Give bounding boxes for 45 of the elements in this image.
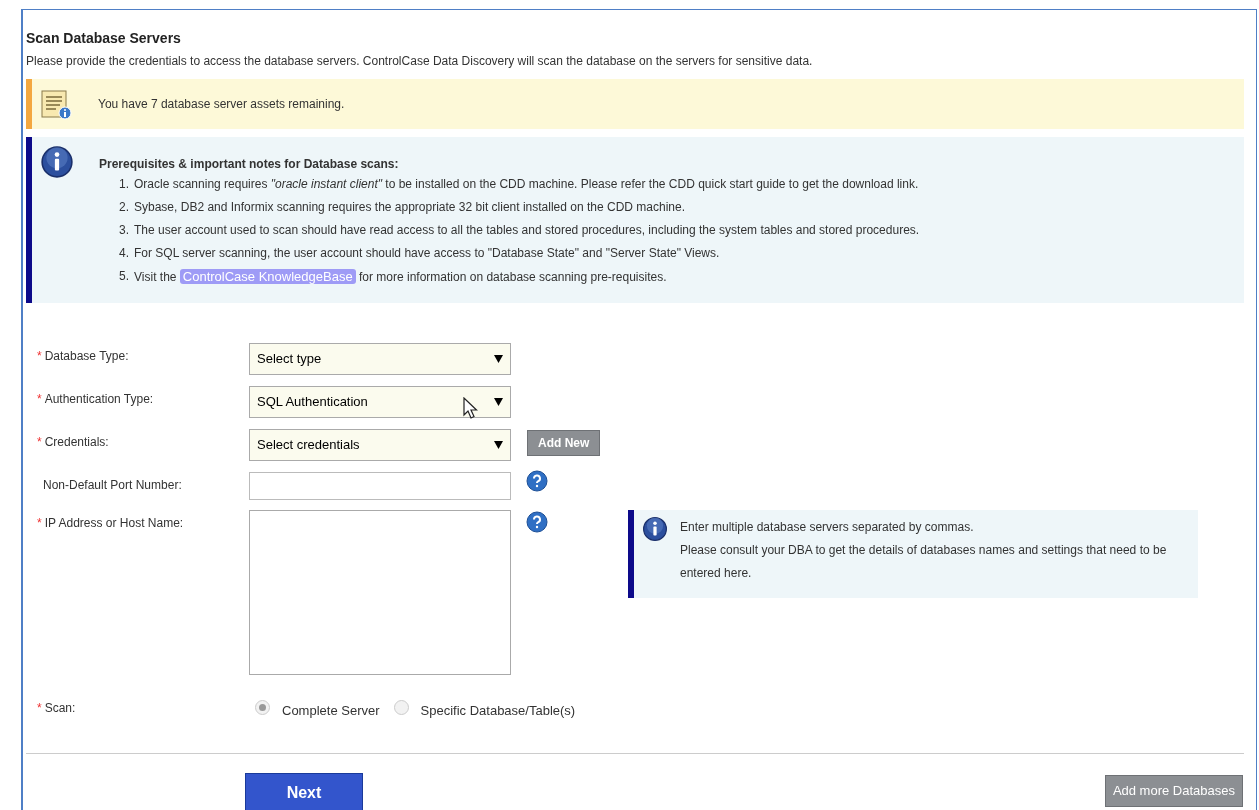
document-info-icon bbox=[40, 88, 72, 120]
assets-remaining-text: You have 7 database server assets remaining. bbox=[98, 96, 345, 113]
required-marker: * bbox=[37, 515, 42, 532]
info-icon bbox=[642, 516, 668, 542]
help-icon[interactable] bbox=[526, 470, 548, 492]
note-text: Visit the ControlCase KnowledgeBase for more information on database scanning pre-requisites. bbox=[134, 268, 667, 286]
help-icon[interactable] bbox=[526, 511, 548, 533]
radio-option[interactable]: Specific Database/Table(s) bbox=[393, 695, 576, 721]
note-text: The user account used to scan should have read access to all the tables and stored procedures, including the system tables and stored procedures. bbox=[134, 222, 920, 239]
select-dropdown[interactable]: SQL Authentication bbox=[249, 386, 511, 418]
item-number: 1. bbox=[119, 176, 129, 193]
required-marker: * bbox=[37, 391, 42, 408]
select-dropdown[interactable]: Select credentials bbox=[249, 429, 511, 461]
hint-text: Enter multiple database servers separated by commas. bbox=[680, 519, 975, 536]
field-label: IP Address or Host Name: bbox=[44, 515, 184, 532]
note-text: Oracle scanning requires "oracle instant client" to be installed on the CDD machine. Please refer the CDD quick start guide to get the download link. bbox=[134, 176, 919, 193]
dropdown-arrow-icon bbox=[494, 355, 503, 363]
item-number: 3. bbox=[119, 222, 129, 239]
field-label: Database Type: bbox=[44, 348, 129, 365]
next-button[interactable]: Next bbox=[245, 772, 363, 810]
radio-option[interactable]: Complete Server bbox=[255, 695, 380, 721]
hint-text: Please consult your DBA to get the details of databases names and settings that need to be entered here. bbox=[680, 542, 1168, 582]
note-text: For SQL server scanning, the user account should have access to "Database State" and "Server State" Views. bbox=[134, 245, 720, 262]
dropdown-arrow-icon bbox=[494, 441, 503, 449]
item-number: 4. bbox=[119, 245, 129, 262]
select-dropdown[interactable]: Select type bbox=[249, 343, 511, 375]
host-name-field[interactable] bbox=[249, 510, 511, 675]
dropdown-arrow-icon bbox=[494, 398, 503, 406]
prerequisites-heading: Prerequisites & important notes for Database scans: bbox=[99, 156, 400, 173]
page-description: Please provide the credentials to access the database servers. ControlCase Data Discovery will scan the database on the servers for sensitive data. bbox=[26, 53, 814, 70]
item-number: 2. bbox=[119, 199, 129, 216]
page-title: Scan Database Servers bbox=[26, 29, 182, 48]
radio-button[interactable] bbox=[255, 700, 270, 716]
info-icon bbox=[40, 145, 74, 179]
radio-button[interactable] bbox=[393, 700, 409, 716]
field-label: Authentication Type: bbox=[44, 391, 154, 408]
field-label: Scan: bbox=[44, 700, 76, 717]
item-number: 5. bbox=[119, 268, 129, 285]
port-number-field[interactable] bbox=[249, 472, 511, 500]
required-marker: * bbox=[37, 700, 42, 717]
required-marker: * bbox=[37, 348, 42, 365]
field-label: Non-Default Port Number: bbox=[43, 477, 182, 494]
note-text: Sybase, DB2 and Informix scanning requires the appropriate 32 bit client installed on the CDD machine. bbox=[134, 199, 685, 216]
required-marker: * bbox=[37, 434, 42, 451]
field-label: Credentials: bbox=[44, 434, 109, 451]
